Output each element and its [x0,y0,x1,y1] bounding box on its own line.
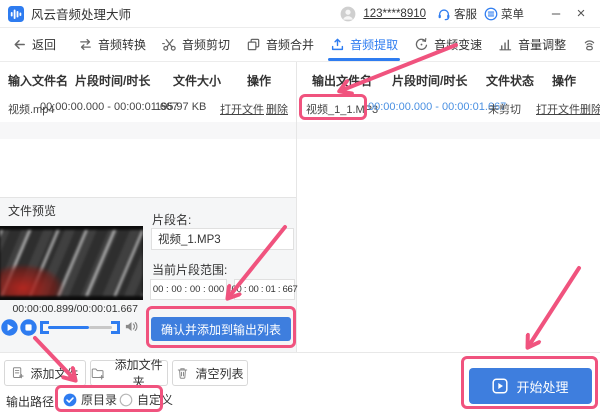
add-folder-button[interactable]: 添加文件夹 [90,358,168,389]
scissors-icon [162,39,176,51]
delete-link[interactable]: 删除 [580,101,600,117]
add-folder-label: 添加文件夹 [114,358,163,389]
speaker-icon[interactable] [124,319,139,334]
start-play-icon [492,378,509,394]
add-folder-icon [91,368,104,380]
confirm-add-to-output-button[interactable]: 确认并添加到输出列表 [151,317,291,341]
clear-list-button[interactable]: 清空列表 [172,360,248,386]
radio-original-label: 原目录 [81,393,118,407]
extract-icon [331,38,344,51]
tab-audio-merge[interactable]: 音频合并 [238,28,322,61]
headset-icon [438,8,450,20]
delete-link[interactable]: 删除 [266,101,288,117]
output-file-duration: 00:00:00.000 - 00:00:01.667 [368,101,507,113]
segment-name-input[interactable] [151,228,294,250]
segment-range-label: 当前片段范围: [152,263,228,277]
column-header: 文件大小 [173,74,222,88]
radio-custom-label: 自定义 [137,393,174,407]
playback-time: 00:00:00.899/00:00:01.667 [12,303,138,315]
tab-audio-cut[interactable]: 音频剪切 [154,28,238,61]
tab-audio-extract[interactable]: 音频提取 [322,28,406,61]
tab-noise-removal[interactable]: 噪声消除 [574,28,600,61]
preview-title: 文件预览 [8,204,57,218]
menu-icon [484,7,498,20]
toolbar: 返回 音频转换 音频剪切 音频合并 音频提取 音频变速 音量调整 噪声消除 添加… [0,28,600,62]
radio-original-directory[interactable]: 原目录 [63,391,117,408]
column-header: 输出文件名 [312,74,373,88]
menu-label: 菜单 [501,8,524,21]
app-title: 风云音频处理大师 [31,8,132,22]
output-path-label: 输出路径: [6,395,58,409]
column-header: 操作 [247,74,272,88]
stop-button[interactable] [20,319,37,336]
tab-audio-speed[interactable]: 音频变速 [406,28,490,61]
column-header: 输入文件名 [8,74,69,88]
radio-checked-icon [63,393,77,406]
start-processing-button[interactable]: 开始处理 [469,368,592,404]
column-header: 操作 [552,74,577,88]
title-bar: 风云音频处理大师 123****8910 客服 菜单 – × [0,0,600,28]
output-file-status: 未剪切 [488,104,521,116]
table-row-stripe [0,122,296,139]
account-id[interactable]: 123****8910 [363,8,426,20]
video-frame [0,230,143,296]
tab-label: 音频合并 [266,38,315,52]
column-header: 文件状态 [486,74,535,88]
open-file-link[interactable]: 打开文件 [536,101,580,117]
tab-audio-convert[interactable]: 音频转换 [70,28,154,61]
app-window: { "titlebar": { "app_title": "风云音频处理大师",… [0,0,600,418]
denoise-icon [584,40,595,51]
back-arrow-icon [14,40,25,49]
tab-label: 音频变速 [434,38,483,52]
progress-slider-fill[interactable] [48,326,89,329]
video-preview[interactable] [0,226,143,300]
column-header: 片段时间/时长 [392,74,468,88]
table-row-stripe [297,122,600,139]
tab-label: 音频转换 [98,38,147,52]
range-end-input[interactable]: 00 : 00 : 01 : 667 [232,279,298,300]
avatar-icon[interactable] [340,6,356,22]
trash-icon [178,368,188,379]
add-file-label: 添加文件 [30,366,79,381]
clear-list-label: 清空列表 [195,366,244,381]
app-logo-icon [8,5,24,22]
column-header: 片段时间/时长 [75,74,151,88]
customer-service-label: 客服 [454,8,477,21]
tab-label: 音频提取 [350,38,399,52]
progress-slider-track[interactable] [89,326,112,329]
customer-service-button[interactable]: 客服 [437,6,477,22]
tab-label: 音量调整 [518,38,567,52]
play-button[interactable] [1,319,18,336]
annotation-arrow-start-button [528,266,581,347]
minimize-button[interactable]: – [547,5,565,23]
start-processing-label: 开始处理 [516,379,569,395]
back-button[interactable]: 返回 [8,28,60,61]
radio-custom-directory[interactable]: 自定义 [119,391,173,408]
tab-volume-adjust[interactable]: 音量调整 [490,28,574,61]
segment-name-label: 片段名: [152,213,192,227]
panel-divider [296,62,297,352]
menu-button[interactable]: 菜单 [484,6,524,22]
add-file-icon [13,367,25,379]
open-file-link[interactable]: 打开文件 [220,101,264,117]
tab-label: 音频剪切 [182,38,231,52]
trim-handle-right[interactable] [111,321,120,334]
range-start-input[interactable]: 00 : 00 : 00 : 000 [150,279,227,300]
convert-icon [80,38,91,51]
speed-icon [415,37,428,51]
radio-unchecked-icon [119,393,133,406]
volume-bars-icon [499,39,512,51]
merge-icon [247,38,260,51]
back-label: 返回 [32,38,57,52]
add-file-button[interactable]: 添加文件 [4,360,86,386]
close-button[interactable]: × [572,5,590,23]
input-file-size: 195.97 KB [155,101,207,113]
